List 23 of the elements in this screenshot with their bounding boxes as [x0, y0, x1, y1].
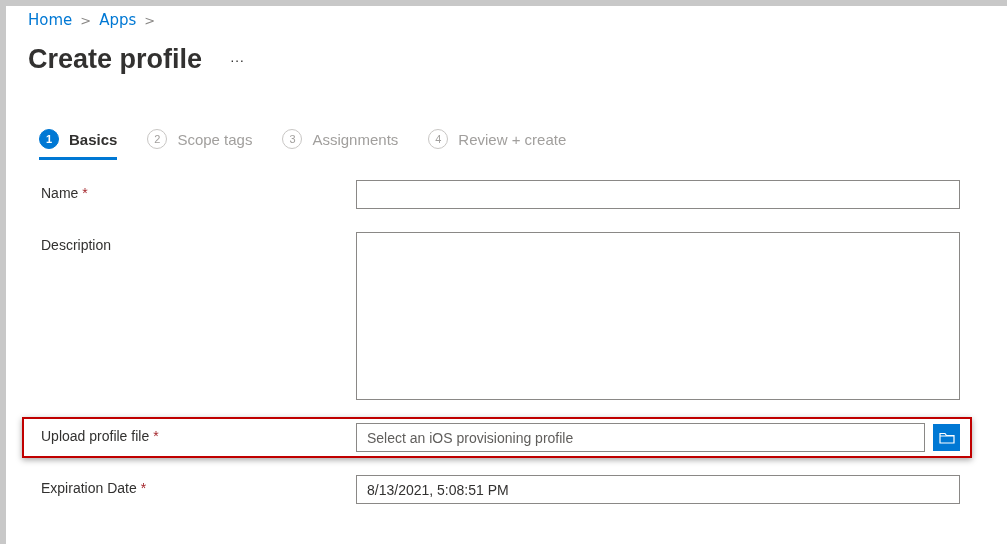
required-mark: * [140, 480, 147, 496]
wizard-tab[interactable]: 4 Review + create [428, 129, 567, 160]
field-label: Name [41, 185, 79, 201]
breadcrumb-link[interactable]: Apps [99, 11, 137, 29]
more-button[interactable]: ··· [230, 51, 245, 68]
breadcrumb-link[interactable]: Home [28, 11, 73, 29]
description-field[interactable] [356, 232, 960, 400]
wizard-tab[interactable]: 1 Basics [39, 129, 118, 160]
required-mark: * [153, 428, 159, 444]
field-label: Description [41, 237, 112, 253]
file-field[interactable]: Select an iOS provisioning profile [356, 423, 925, 452]
field-label: Upload profile file [41, 428, 150, 444]
required-mark: * [82, 185, 88, 201]
input-field[interactable] [356, 180, 960, 209]
folder-icon [938, 431, 955, 444]
page-title: Create profile [28, 44, 203, 75]
breadcrumb-separator: > [144, 12, 156, 28]
breadcrumb-separator: > [80, 12, 92, 28]
browse-button[interactable] [933, 424, 960, 451]
field-label: Expiration Date [41, 480, 137, 496]
wizard-tab[interactable]: 3 Assignments [282, 129, 399, 160]
wizard-tab[interactable]: 2 Scope tags [147, 129, 253, 160]
input-field[interactable]: 8/13/2021, 5:08:51 PM [356, 475, 960, 504]
